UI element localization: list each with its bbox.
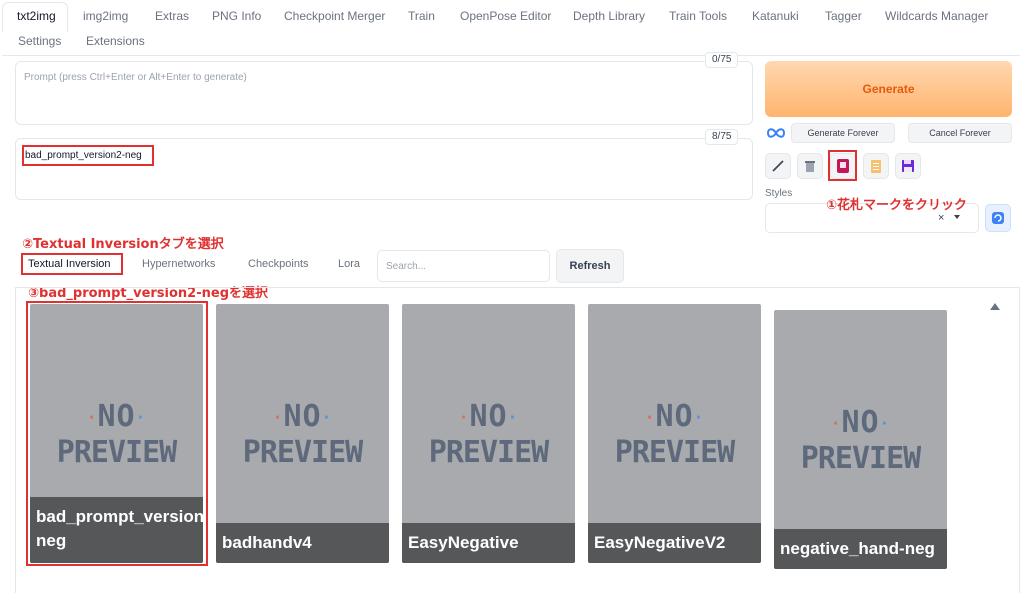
tab-depth-library[interactable]: Depth Library bbox=[573, 8, 645, 24]
card-name: badhandv4 bbox=[216, 523, 389, 563]
floppy-disk-icon bbox=[901, 159, 915, 173]
tab-openpose-editor[interactable]: OpenPose Editor bbox=[460, 8, 551, 24]
highlight-selected-card bbox=[26, 301, 208, 566]
generate-button[interactable]: Generate bbox=[765, 61, 1012, 117]
highlight-negative-prompt bbox=[22, 145, 154, 166]
card-name: negative_hand-neg bbox=[774, 529, 947, 569]
generate-forever-button[interactable]: Generate Forever bbox=[791, 123, 895, 143]
tab-tagger[interactable]: Tagger bbox=[825, 8, 862, 24]
prompt-placeholder: Prompt (press Ctrl+Enter or Alt+Enter to… bbox=[24, 72, 247, 83]
no-preview-image: ·NO· PREVIEW bbox=[614, 399, 735, 470]
network-card-easynegative[interactable]: ·NO· PREVIEW EasyNegative bbox=[402, 304, 575, 563]
scroll-up-arrow-icon[interactable] bbox=[990, 303, 1000, 310]
styles-label: Styles bbox=[765, 188, 793, 199]
no-preview-image: ·NO· PREVIEW bbox=[242, 399, 363, 470]
main-tab-bar: txt2img img2img Extras PNG Info Checkpoi… bbox=[0, 0, 1024, 56]
tab-extensions[interactable]: Extensions bbox=[86, 33, 145, 49]
network-card-badhandv4[interactable]: ·NO· PREVIEW badhandv4 bbox=[216, 304, 389, 563]
tab-extras[interactable]: Extras bbox=[155, 8, 189, 24]
apply-style-button[interactable] bbox=[863, 153, 889, 179]
pencil-icon bbox=[771, 159, 785, 173]
tab-katanuki[interactable]: Katanuki bbox=[752, 8, 799, 24]
tab-lora[interactable]: Lora bbox=[338, 258, 360, 270]
tab-png-info[interactable]: PNG Info bbox=[212, 8, 261, 24]
tab-train-tools[interactable]: Train Tools bbox=[669, 8, 727, 24]
annotation-step2: ②Textual Inversionタブを選択 bbox=[22, 237, 224, 252]
trash-icon bbox=[803, 159, 817, 173]
tab-train[interactable]: Train bbox=[408, 8, 435, 24]
tab-settings[interactable]: Settings bbox=[18, 33, 61, 49]
infinity-icon bbox=[767, 127, 785, 139]
read-params-button[interactable] bbox=[765, 153, 791, 179]
card-name: EasyNegative bbox=[402, 523, 575, 563]
tab-txt2img[interactable]: txt2img bbox=[17, 8, 56, 24]
chevron-down-icon bbox=[953, 213, 961, 221]
tab-img2img[interactable]: img2img bbox=[83, 8, 128, 24]
highlight-textual-inversion-tab bbox=[21, 253, 123, 275]
tab-checkpoints[interactable]: Checkpoints bbox=[248, 258, 309, 270]
clipboard-icon bbox=[869, 158, 883, 174]
prompt-textarea[interactable]: Prompt (press Ctrl+Enter or Alt+Enter to… bbox=[15, 61, 753, 125]
refresh-icon bbox=[991, 211, 1005, 225]
card-name: EasyNegativeV2 bbox=[588, 523, 761, 563]
tab-divider bbox=[2, 55, 1020, 56]
tab-wildcards-manager[interactable]: Wildcards Manager bbox=[885, 8, 988, 24]
highlight-extra-networks-button bbox=[828, 150, 857, 181]
tab-checkpoint-merger[interactable]: Checkpoint Merger bbox=[284, 8, 385, 24]
annotation-step1: ①花札マークをクリック bbox=[826, 198, 968, 213]
cancel-forever-button[interactable]: Cancel Forever bbox=[908, 123, 1012, 143]
negative-prompt-token-counter: 8/75 bbox=[705, 129, 739, 145]
prompt-token-counter: 0/75 bbox=[705, 52, 739, 68]
network-card-easynegativev2[interactable]: ·NO· PREVIEW EasyNegativeV2 bbox=[588, 304, 761, 563]
search-input[interactable] bbox=[377, 250, 550, 282]
tab-hypernetworks[interactable]: Hypernetworks bbox=[142, 258, 215, 270]
network-card-negative-hand-neg[interactable]: ·NO· PREVIEW negative_hand-neg bbox=[774, 310, 947, 569]
no-preview-image: ·NO· PREVIEW bbox=[800, 405, 921, 476]
save-style-button[interactable] bbox=[895, 153, 921, 179]
clear-x-icon[interactable]: × bbox=[938, 212, 944, 224]
clear-prompt-button[interactable] bbox=[797, 153, 823, 179]
no-preview-image: ·NO· PREVIEW bbox=[428, 399, 549, 470]
refresh-styles-button[interactable] bbox=[985, 204, 1011, 232]
refresh-button[interactable]: Refresh bbox=[556, 249, 624, 283]
